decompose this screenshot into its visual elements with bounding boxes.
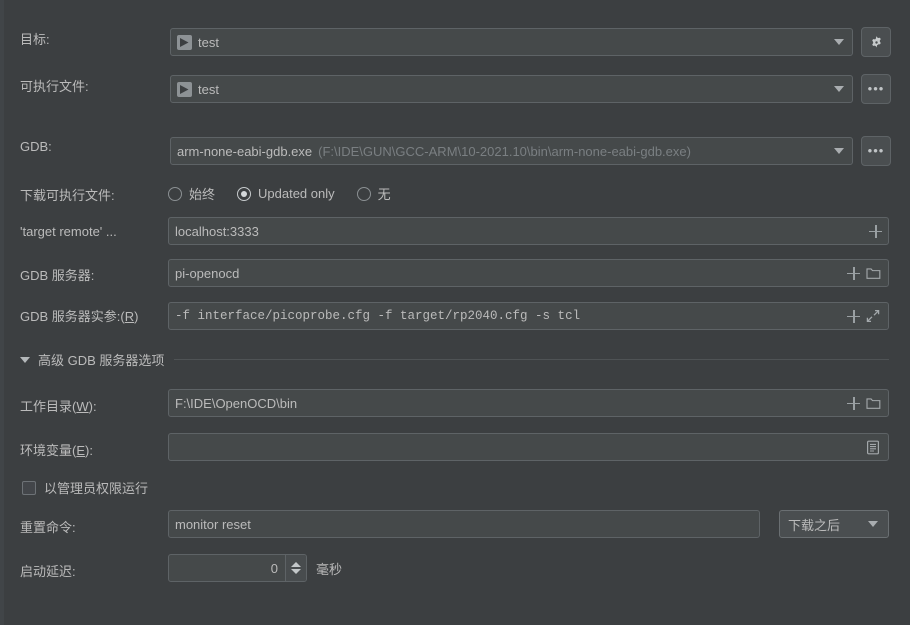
run-as-admin-label: 以管理员权限运行 — [44, 478, 148, 497]
run-config-icon — [177, 82, 192, 97]
gdb-browse-button[interactable]: ••• — [861, 136, 891, 166]
reset-command-label: 重置命令: — [20, 517, 170, 536]
gdb-server-input[interactable]: pi-openocd — [168, 259, 889, 287]
target-combo[interactable]: test — [170, 28, 853, 56]
download-radio-group: 始终 Updated only 无 — [168, 184, 413, 203]
executable-label: 可执行文件: — [20, 76, 170, 95]
download-option-label: 无 — [378, 184, 391, 203]
reset-mode-value: 下载之后 — [788, 515, 840, 534]
download-option-updated-only[interactable]: Updated only — [237, 186, 335, 201]
expand-icon[interactable] — [864, 307, 882, 325]
target-remote-input[interactable]: localhost:3333 — [168, 217, 889, 245]
checkbox-icon — [22, 481, 36, 495]
target-remote-row: 'target remote' ... — [20, 224, 170, 239]
gdb-server-label: GDB 服务器: — [20, 265, 170, 284]
startup-delay-row: 启动延迟: — [20, 561, 170, 580]
working-dir-row: 工作目录(W): — [20, 396, 170, 415]
run-as-admin-checkbox[interactable]: 以管理员权限运行 — [22, 478, 148, 497]
gdb-server-args-input[interactable]: -f interface/picoprobe.cfg -f target/rp2… — [168, 302, 889, 330]
target-label: 目标: — [20, 29, 170, 48]
startup-delay-control: 0 毫秒 — [168, 554, 342, 582]
gdb-row: GDB: — [20, 139, 170, 154]
plus-icon[interactable] — [847, 267, 860, 280]
gdb-server-row: GDB 服务器: — [20, 265, 170, 284]
startup-delay-spinner[interactable]: 0 — [168, 554, 307, 582]
chevron-down-icon — [868, 521, 878, 527]
working-dir-value: F:\IDE\OpenOCD\bin — [175, 396, 297, 411]
startup-delay-unit: 毫秒 — [316, 559, 342, 578]
gdb-label: GDB: — [20, 139, 170, 154]
env-vars-input[interactable] — [168, 433, 889, 461]
environment-list-icon[interactable] — [864, 438, 882, 456]
env-vars-label: 环境变量(E): — [20, 440, 170, 459]
target-remote-label: 'target remote' ... — [20, 224, 170, 239]
working-dir-input[interactable]: F:\IDE\OpenOCD\bin — [168, 389, 889, 417]
plus-icon[interactable] — [847, 310, 860, 323]
gdb-server-config-panel: 目标: test 可执行文件: test ••• GDB: arm-none-e… — [0, 0, 910, 625]
env-vars-row: 环境变量(E): — [20, 440, 170, 459]
target-remote-value: localhost:3333 — [175, 224, 259, 239]
executable-value: test — [198, 82, 219, 97]
target-row: 目标: — [20, 29, 170, 48]
ellipsis-icon: ••• — [868, 82, 885, 95]
gdb-path-hint: (F:\IDE\GUN\GCC-ARM\10-2021.10\bin\arm-n… — [318, 144, 691, 159]
radio-icon — [357, 187, 371, 201]
gdb-server-args-row: GDB 服务器实参:(R) — [20, 306, 170, 325]
executable-browse-button[interactable]: ••• — [861, 74, 891, 104]
executable-combo[interactable]: test — [170, 75, 853, 103]
reset-command-row: 重置命令: — [20, 517, 170, 536]
gdb-combo[interactable]: arm-none-eabi-gdb.exe (F:\IDE\GUN\GCC-AR… — [170, 137, 853, 165]
download-option-none[interactable]: 无 — [357, 184, 391, 203]
download-row: 下载可执行文件: — [20, 185, 170, 204]
spinner-down-icon[interactable] — [291, 569, 301, 574]
chevron-down-icon — [20, 357, 30, 363]
folder-icon[interactable] — [864, 394, 882, 412]
target-settings-button[interactable] — [861, 27, 891, 57]
target-value: test — [198, 35, 219, 50]
radio-selected-icon — [237, 187, 251, 201]
reset-mode-dropdown[interactable]: 下载之后 — [779, 510, 889, 538]
spinner-buttons[interactable] — [285, 555, 306, 581]
gdb-server-args-value: -f interface/picoprobe.cfg -f target/rp2… — [175, 309, 580, 323]
chevron-down-icon[interactable] — [834, 39, 844, 45]
reset-command-input[interactable]: monitor reset — [168, 510, 760, 538]
download-option-always[interactable]: 始终 — [168, 184, 215, 203]
gear-icon — [869, 35, 884, 50]
chevron-down-icon[interactable] — [834, 86, 844, 92]
plus-icon[interactable] — [847, 397, 860, 410]
advanced-options-title: 高级 GDB 服务器选项 — [38, 350, 164, 369]
advanced-options-section-header[interactable]: 高级 GDB 服务器选项 — [20, 350, 889, 369]
chevron-down-icon[interactable] — [834, 148, 844, 154]
reset-command-value: monitor reset — [175, 517, 251, 532]
section-divider — [174, 359, 889, 360]
gdb-server-args-label: GDB 服务器实参:(R) — [20, 306, 170, 325]
ellipsis-icon: ••• — [868, 144, 885, 157]
panel-left-edge — [0, 0, 4, 625]
startup-delay-label: 启动延迟: — [20, 561, 170, 580]
download-option-label: Updated only — [258, 186, 335, 201]
run-config-icon — [177, 35, 192, 50]
folder-icon[interactable] — [864, 264, 882, 282]
radio-icon — [168, 187, 182, 201]
startup-delay-value[interactable]: 0 — [169, 555, 285, 581]
download-label: 下载可执行文件: — [20, 185, 170, 204]
spinner-up-icon[interactable] — [291, 562, 301, 567]
gdb-server-value: pi-openocd — [175, 266, 239, 281]
plus-icon[interactable] — [869, 225, 882, 238]
gdb-value: arm-none-eabi-gdb.exe — [177, 144, 312, 159]
working-dir-label: 工作目录(W): — [20, 396, 170, 415]
download-option-label: 始终 — [189, 184, 215, 203]
executable-row: 可执行文件: — [20, 76, 170, 95]
